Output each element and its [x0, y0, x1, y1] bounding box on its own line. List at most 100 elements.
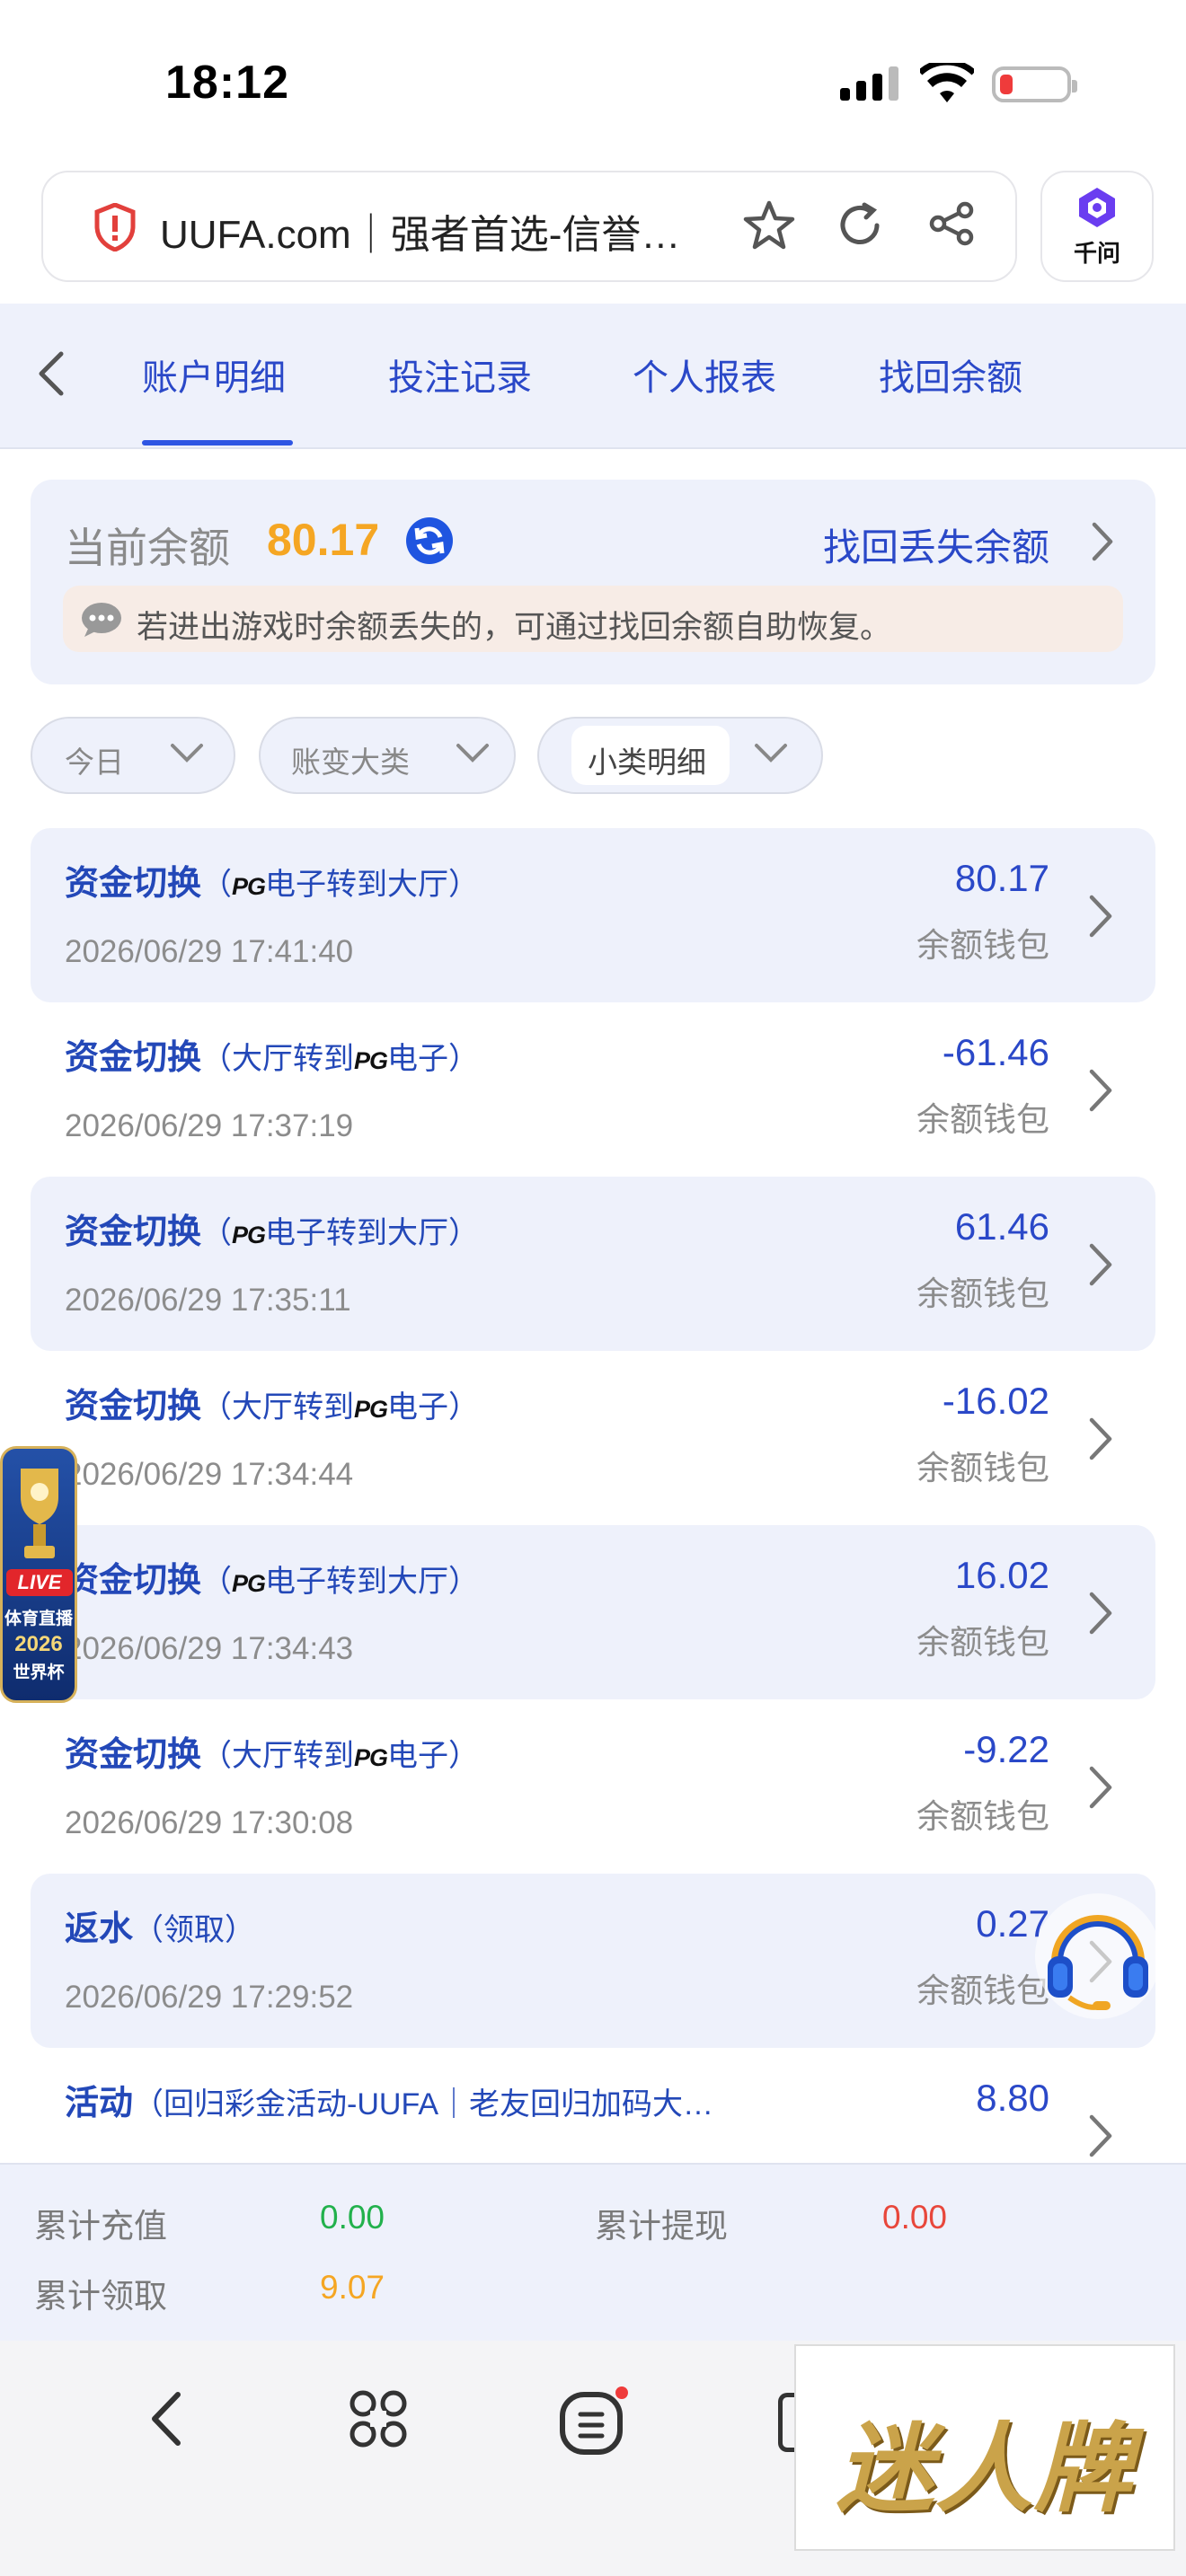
tab-personal-report[interactable]: 个人报表 [633, 348, 776, 401]
tab-account-details[interactable]: 账户明细 [142, 348, 286, 401]
pg-logo: PG [232, 1222, 266, 1248]
record-desc-post: 电子转到大厅） [265, 1216, 480, 1250]
chevron-down-icon [455, 742, 491, 770]
recover-lost-balance-link[interactable]: 找回丢失余额 [823, 517, 1049, 572]
total-withdraw-label: 累计提现 [595, 2208, 728, 2245]
security-warning-icon[interactable] [93, 202, 137, 256]
live-event: 世界杯 [13, 1663, 65, 1682]
cellular-signal-icon [840, 66, 898, 101]
refresh-balance-icon[interactable] [404, 516, 455, 570]
record-time: 2026/06/29 17:34:43 [65, 1631, 354, 1666]
chevron-right-icon[interactable] [1085, 1764, 1116, 1811]
record-desc-pre: （大厅转到 [201, 1390, 355, 1425]
world-cup-live-widget[interactable]: LIVE 体育直播 2026 世界杯 [0, 1446, 77, 1703]
record-desc-pre: （大厅转到 [201, 1042, 355, 1076]
share-icon[interactable] [927, 199, 976, 252]
record-time: 2026/06/29 17:30:08 [65, 1805, 354, 1840]
chevron-right-icon[interactable] [1089, 521, 1116, 567]
record-amount: 16.02 [954, 1554, 1049, 1596]
record-wallet: 余额钱包 [916, 1972, 1049, 2009]
record-desc-pre: （回归彩金活动-UUFA｜老友回归加码大… [133, 2087, 714, 2122]
page-title-url[interactable]: UUFA.com｜强者首选-信誉… [160, 202, 735, 260]
record-desc-post: 电子转到大厅） [265, 868, 480, 902]
record-title: 活动（回归彩金活动-UUFA｜老友回归加码大… [65, 2075, 713, 2124]
bookmark-star-icon[interactable] [742, 199, 796, 256]
back-icon[interactable] [146, 2389, 185, 2453]
record-title: 资金切换（PG电子转到大厅） [65, 1552, 479, 1601]
pg-logo: PG [354, 1047, 388, 1074]
record-amount: -9.22 [963, 1728, 1049, 1770]
record-time: 2026/06/29 17:41:40 [65, 934, 354, 969]
tab-recover-balance[interactable]: 找回余额 [879, 348, 1022, 401]
record-title: 资金切换（大厅转到PG电子） [65, 1029, 479, 1079]
record-desc-post: 电子） [387, 1390, 480, 1425]
chevron-right-icon[interactable] [1085, 1241, 1116, 1288]
live-badge: LIVE [6, 1569, 73, 1596]
record-desc-pre: （领取） [133, 1913, 256, 1947]
total-claim-label: 累计领取 [34, 2278, 167, 2315]
tab-bet-records[interactable]: 投注记录 [388, 348, 532, 401]
total-withdraw-value: 0.00 [882, 2199, 948, 2236]
back-chevron-icon[interactable] [36, 350, 66, 401]
balance-card [31, 480, 1155, 684]
record-wallet: 余额钱包 [916, 1798, 1049, 1835]
record-type: 资金切换 [65, 1213, 202, 1251]
chevron-right-icon[interactable] [1085, 893, 1116, 940]
pg-logo: PG [354, 1396, 388, 1423]
record-wallet: 余额钱包 [916, 1450, 1049, 1486]
record-desc-pre: （ [201, 1216, 233, 1250]
live-caption: 体育直播 [4, 1610, 73, 1628]
chevron-down-icon [753, 742, 789, 770]
chevron-right-icon[interactable] [1085, 2113, 1116, 2159]
qianwen-logo-icon [1075, 185, 1120, 234]
record-type: 资金切换 [65, 1388, 202, 1425]
record-title: 资金切换（大厅转到PG电子） [65, 1378, 479, 1427]
menu-icon[interactable] [557, 2386, 629, 2462]
record-type: 返水 [65, 1910, 134, 1948]
record-amount: 8.80 [976, 2077, 1049, 2119]
customer-service-headset-icon[interactable] [1033, 1892, 1163, 2025]
record-type: 资金切换 [65, 1736, 202, 1774]
chevron-right-icon[interactable] [1085, 1590, 1116, 1636]
chevron-right-icon[interactable] [1085, 1067, 1116, 1114]
total-recharge-value: 0.00 [320, 2199, 385, 2236]
record-desc-post: 电子转到大厅） [265, 1565, 480, 1599]
record-wallet: 余额钱包 [916, 1101, 1049, 1138]
pg-logo: PG [354, 1744, 388, 1771]
record-title: 资金切换（PG电子转到大厅） [65, 855, 479, 904]
record-desc-pre: （大厅转到 [201, 1739, 355, 1773]
reload-icon[interactable] [836, 201, 884, 254]
total-recharge-label: 累计充值 [34, 2208, 167, 2245]
status-time: 18:12 [165, 57, 289, 109]
brand-logo: 迷人牌 [836, 2413, 1133, 2526]
record-amount: -16.02 [942, 1380, 1049, 1422]
pg-logo: PG [232, 873, 266, 900]
wifi-icon [917, 58, 977, 109]
record-type: 资金切换 [65, 1039, 202, 1077]
record-desc-pre: （ [201, 868, 233, 902]
qianwen-label: 千问 [1073, 240, 1120, 267]
balance-value: 80.17 [267, 515, 380, 565]
apps-icon[interactable] [347, 2387, 410, 2455]
record-wallet: 余额钱包 [916, 1624, 1049, 1661]
message-bubble-icon [81, 602, 122, 642]
record-amount: -61.46 [942, 1031, 1049, 1073]
record-time: 2026/06/29 17:35:11 [65, 1283, 351, 1318]
record-amount: 61.46 [954, 1205, 1049, 1248]
record-time: 2026/06/29 17:37:19 [65, 1108, 354, 1143]
total-claim-value: 9.07 [320, 2269, 385, 2306]
record-title: 资金切换（PG电子转到大厅） [65, 1204, 479, 1253]
record-wallet: 余额钱包 [916, 1275, 1049, 1312]
record-type: 活动 [65, 2085, 134, 2122]
chevron-down-icon [169, 742, 205, 770]
filter-category-label: 账变大类 [291, 745, 410, 779]
record-type: 资金切换 [65, 865, 202, 903]
active-tab-indicator [142, 440, 293, 446]
record-type: 资金切换 [65, 1562, 202, 1600]
summary-bar [0, 2163, 1186, 2341]
record-desc-post: 电子） [387, 1042, 480, 1076]
record-desc-post: 电子） [387, 1739, 480, 1773]
chevron-right-icon[interactable] [1085, 1416, 1116, 1462]
record-title: 返水（领取） [65, 1901, 255, 1950]
trophy-icon [21, 1469, 58, 1558]
